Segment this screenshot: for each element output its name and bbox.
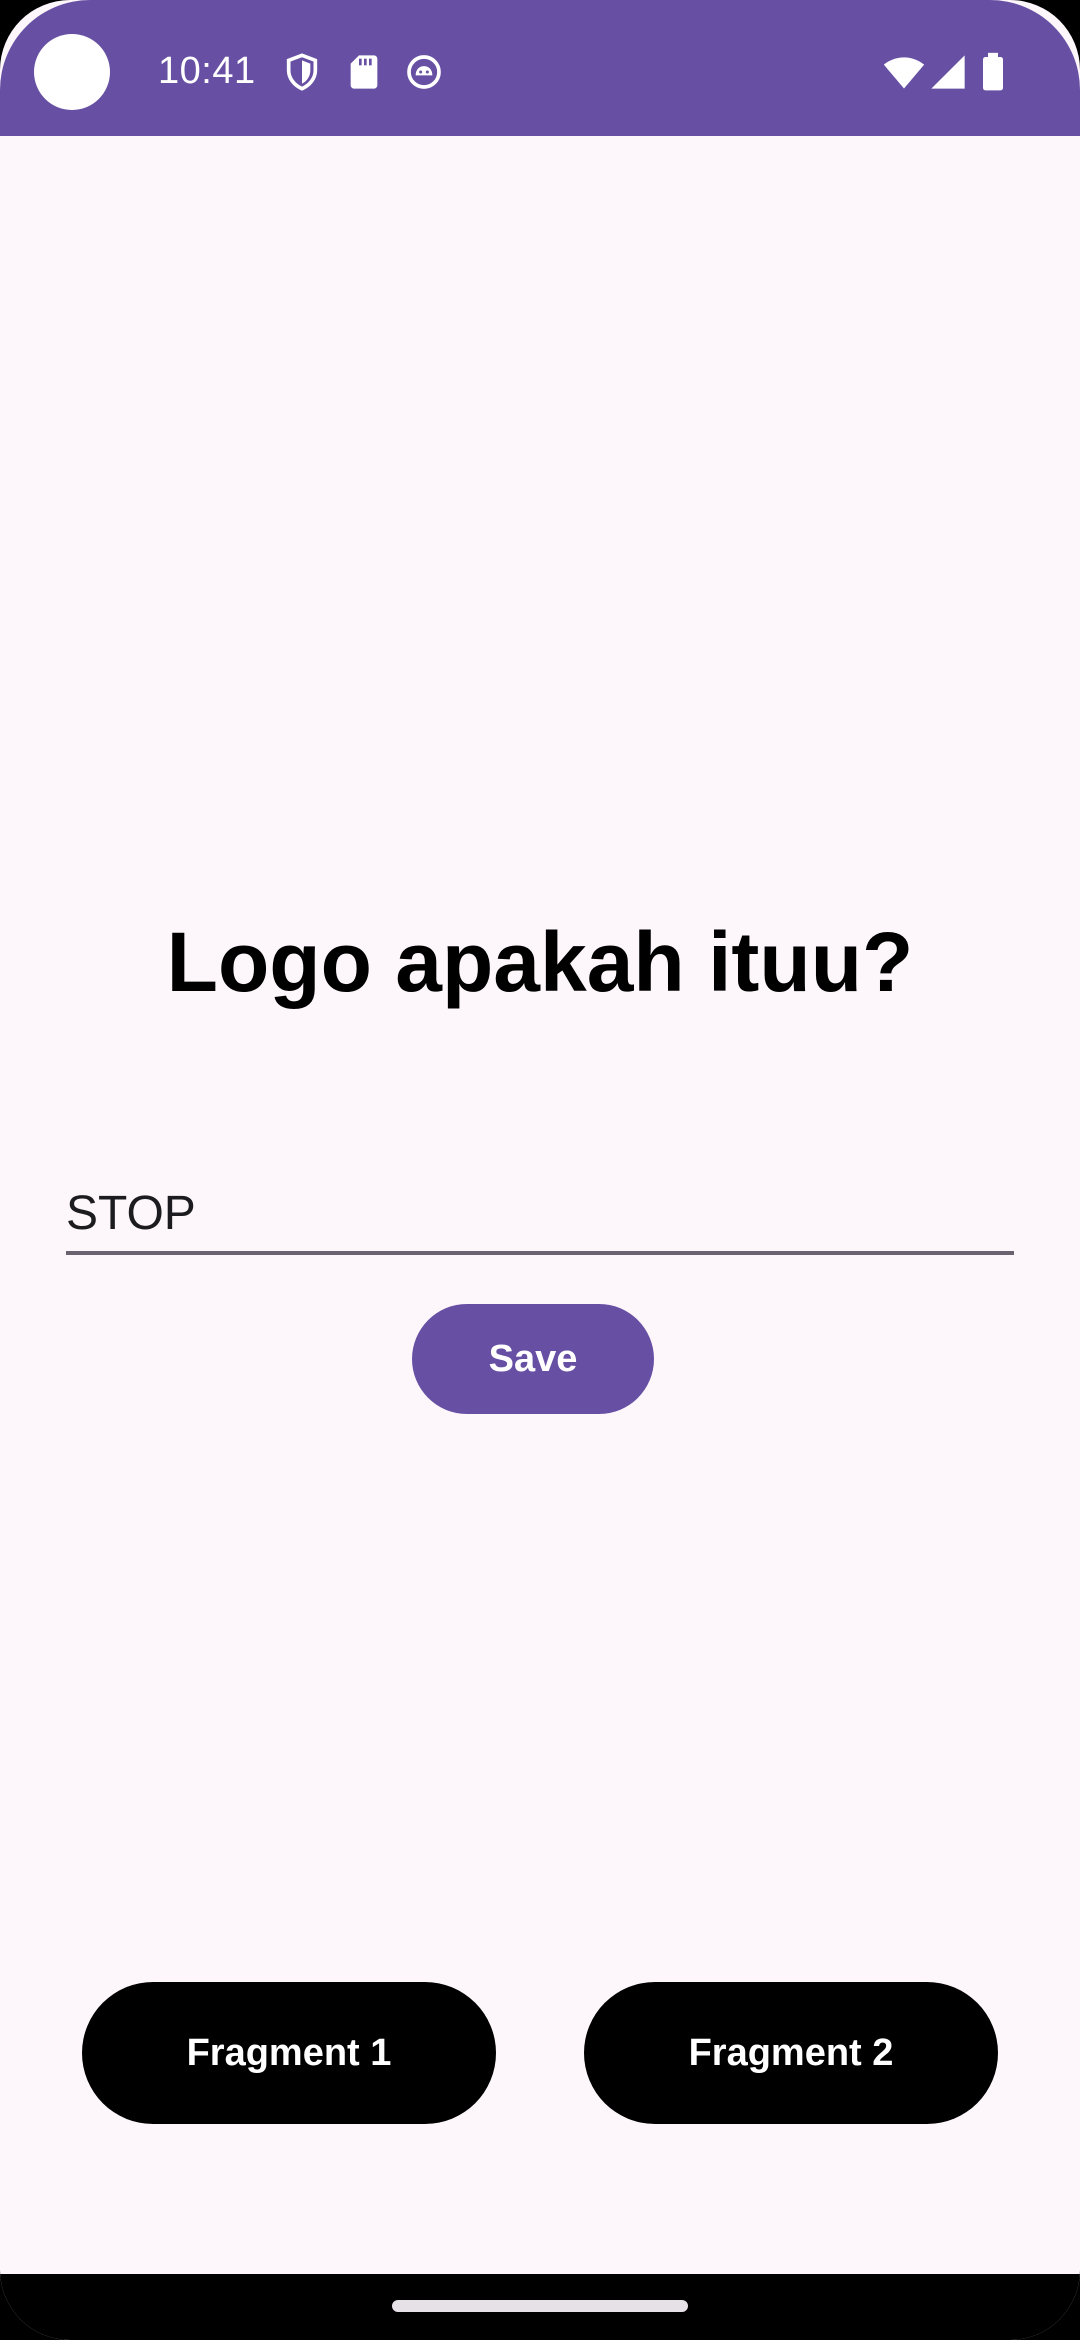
app-screen: 10:41 Logo apakah ituu? Save Fragment 1 …	[0, 0, 1080, 2340]
save-button[interactable]: Save	[412, 1304, 654, 1414]
status-bar: 10:41	[0, 0, 1080, 136]
shield-icon	[282, 52, 322, 92]
answer-input[interactable]	[66, 1175, 1014, 1255]
status-time: 10:41	[158, 50, 256, 92]
android-debug-icon	[404, 52, 444, 92]
cellular-signal-icon	[928, 52, 968, 92]
question-title: Logo apakah ituu?	[166, 915, 914, 1009]
fragment-1-button[interactable]: Fragment 1	[82, 1982, 496, 2124]
wifi-icon	[882, 50, 926, 94]
battery-icon	[978, 52, 1008, 92]
sd-card-icon	[344, 52, 384, 92]
fragment-2-button[interactable]: Fragment 2	[584, 1982, 998, 2124]
front-camera-cutout	[34, 34, 110, 110]
home-gesture-handle[interactable]	[392, 2300, 688, 2312]
